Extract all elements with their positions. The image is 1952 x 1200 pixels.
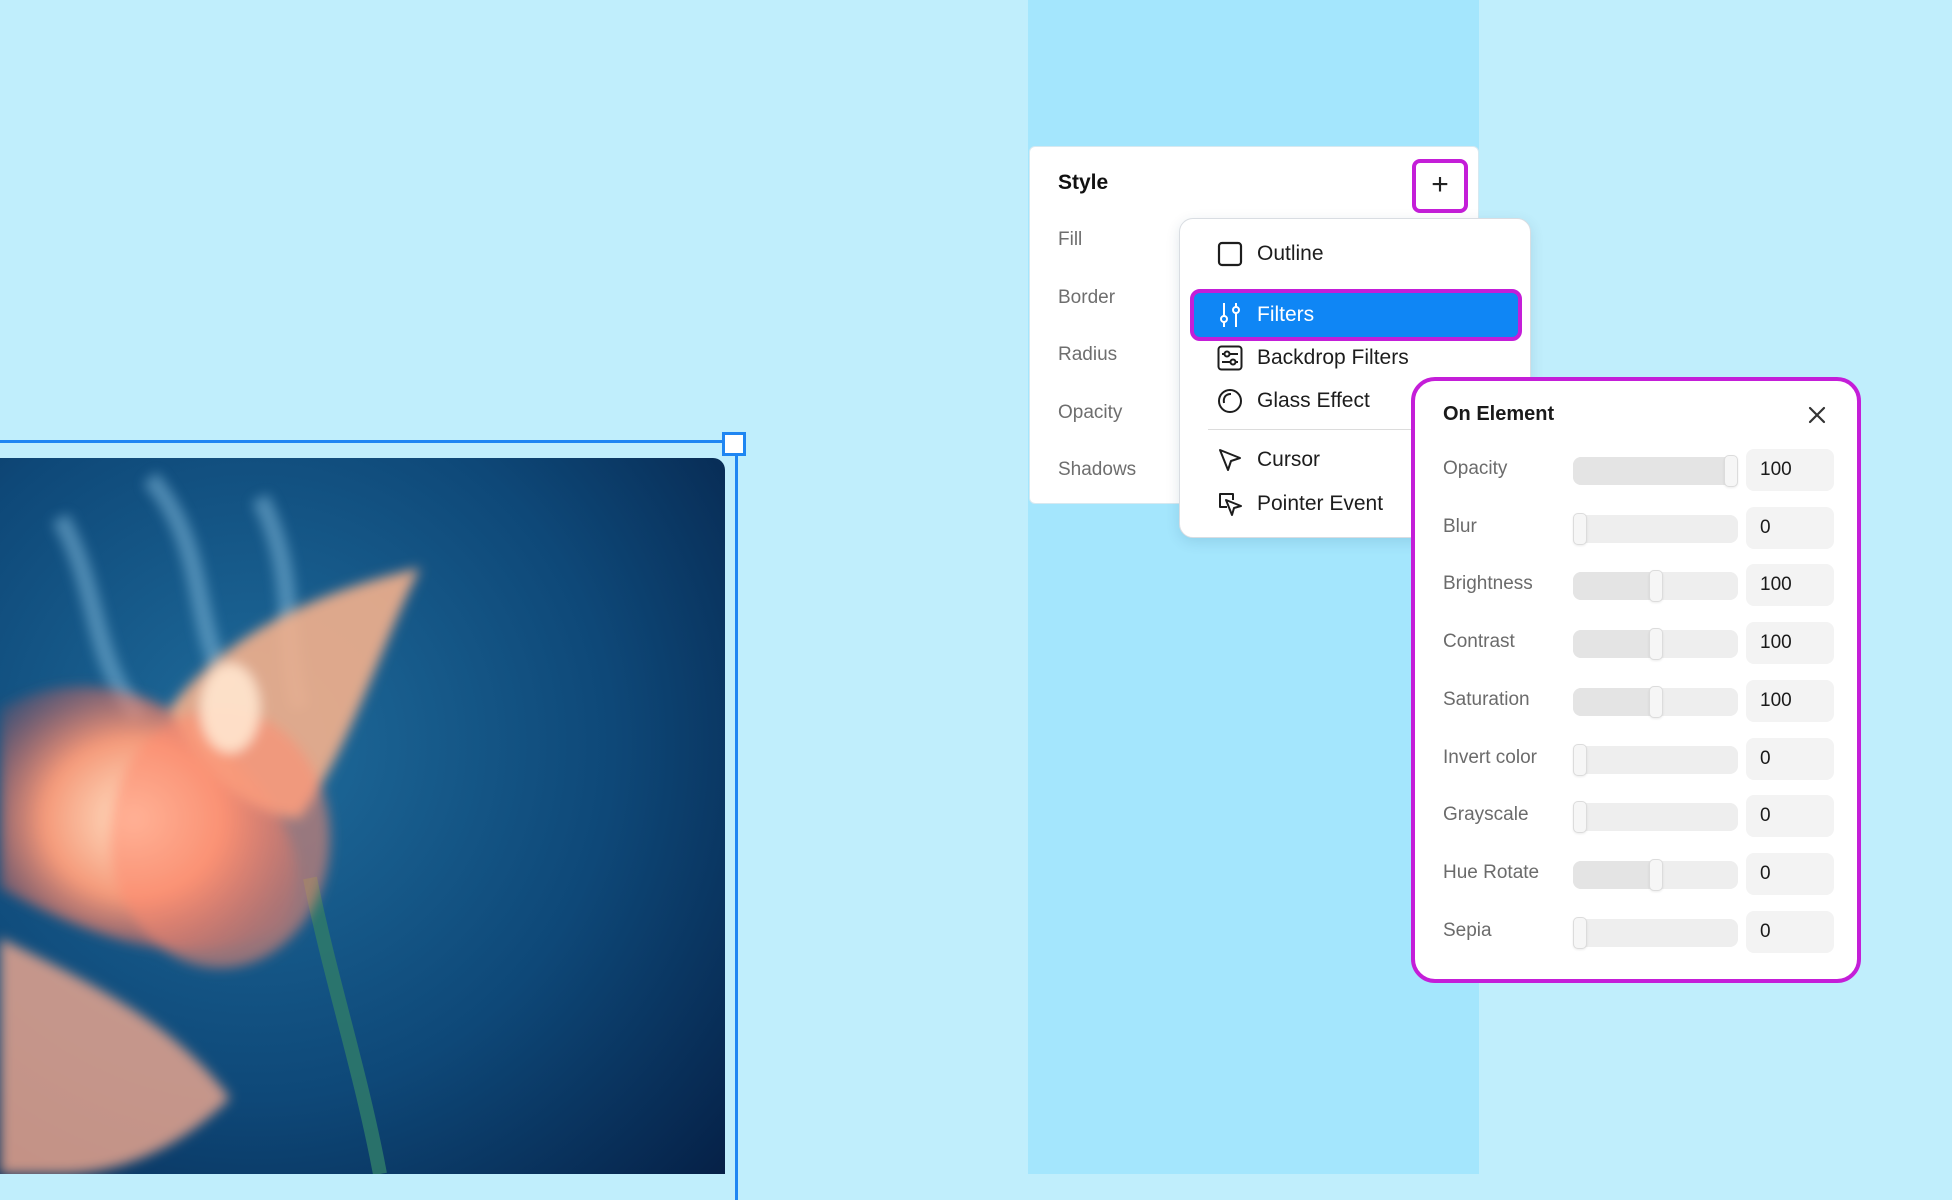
filter-label: Blur: [1443, 515, 1477, 537]
filter-row-brightness: Brightness 100: [1443, 564, 1843, 607]
slider-thumb[interactable]: [1648, 628, 1663, 661]
resize-handle[interactable]: [722, 432, 746, 456]
filter-label: Invert color: [1443, 746, 1537, 768]
opacity-value-input[interactable]: 100: [1746, 449, 1834, 491]
blur-slider[interactable]: [1573, 512, 1738, 545]
filter-label: Contrast: [1443, 631, 1515, 653]
menu-item-label: Pointer Event: [1257, 492, 1384, 515]
menu-item-label: Glass Effect: [1257, 389, 1370, 412]
grayscale-value-input[interactable]: 0: [1746, 795, 1834, 838]
filter-label: Brightness: [1443, 573, 1533, 595]
menu-item-filters[interactable]: Filters: [1190, 289, 1522, 341]
slider-fill: [1573, 457, 1731, 485]
close-icon: [1808, 406, 1826, 424]
backdrop-filters-icon: [1216, 344, 1244, 372]
filter-row-saturation: Saturation 100: [1443, 679, 1843, 722]
slider-thumb[interactable]: [1573, 801, 1587, 834]
outline-square-icon: [1216, 240, 1244, 268]
grayscale-slider[interactable]: [1573, 801, 1738, 834]
selection-frame: [0, 440, 738, 1200]
filter-label: Sepia: [1443, 919, 1492, 941]
contrast-value-input[interactable]: 100: [1746, 622, 1834, 665]
filter-label: Grayscale: [1443, 804, 1529, 826]
brightness-value-input[interactable]: 100: [1746, 564, 1834, 607]
menu-item-pointer-event[interactable]: Pointer Event: [1216, 484, 1383, 524]
style-row-shadows[interactable]: Shadows: [1058, 459, 1136, 481]
slider-thumb[interactable]: [1573, 916, 1587, 949]
menu-item-label: Outline: [1257, 242, 1324, 265]
opacity-slider[interactable]: [1573, 455, 1738, 487]
slider-thumb[interactable]: [1573, 512, 1587, 545]
menu-item-glass-effect[interactable]: Glass Effect: [1216, 381, 1370, 421]
saturation-slider[interactable]: [1573, 685, 1738, 718]
plus-icon: +: [1431, 168, 1449, 201]
menu-item-label: Filters: [1257, 303, 1315, 326]
slider-thumb[interactable]: [1648, 685, 1663, 718]
filter-panel-title: On Element: [1443, 403, 1555, 425]
slider-fill: [1573, 860, 1656, 889]
slider-fill: [1573, 572, 1656, 601]
filter-row-invert-color: Invert color 0: [1443, 737, 1843, 780]
filter-label: Hue Rotate: [1443, 861, 1540, 883]
filter-row-blur: Blur 0: [1443, 506, 1843, 549]
style-row-border[interactable]: Border: [1058, 287, 1115, 309]
slider-fill: [1573, 630, 1656, 659]
brightness-slider[interactable]: [1573, 570, 1738, 603]
filter-row-sepia: Sepia 0: [1443, 910, 1843, 953]
filter-row-opacity: Opacity 100: [1443, 449, 1843, 491]
cursor-arrow-icon: [1216, 446, 1244, 474]
hue-rotate-value-input[interactable]: 0: [1746, 852, 1834, 895]
filter-row-grayscale: Grayscale 0: [1443, 795, 1843, 838]
sepia-value-input[interactable]: 0: [1746, 910, 1834, 953]
invert-color-value-input[interactable]: 0: [1746, 737, 1834, 780]
filter-row-contrast: Contrast 100: [1443, 622, 1843, 665]
invert-color-slider[interactable]: [1573, 743, 1738, 776]
slider-thumb[interactable]: [1648, 858, 1663, 891]
hue-rotate-slider[interactable]: [1573, 858, 1738, 891]
slider-thumb[interactable]: [1573, 743, 1587, 776]
sepia-slider[interactable]: [1573, 916, 1738, 949]
filter-label: Saturation: [1443, 688, 1530, 710]
close-button[interactable]: [1804, 402, 1830, 428]
filter-row-hue-rotate: Hue Rotate 0: [1443, 852, 1843, 895]
glass-circle-icon: [1216, 387, 1244, 415]
menu-item-label: Backdrop Filters: [1257, 346, 1409, 369]
slider-thumb[interactable]: [1648, 570, 1663, 603]
slider-thumb[interactable]: [1724, 455, 1738, 487]
blur-value-input[interactable]: 0: [1746, 506, 1834, 549]
sliders-icon: [1216, 301, 1244, 329]
filter-label: Opacity: [1443, 458, 1508, 479]
add-style-button[interactable]: +: [1412, 159, 1468, 213]
menu-item-label: Cursor: [1257, 448, 1321, 471]
contrast-slider[interactable]: [1573, 628, 1738, 661]
style-row-radius[interactable]: Radius: [1058, 344, 1117, 366]
saturation-value-input[interactable]: 100: [1746, 679, 1834, 722]
menu-item-outline[interactable]: Outline: [1216, 234, 1324, 274]
menu-item-backdrop-filters[interactable]: Backdrop Filters: [1216, 338, 1409, 378]
style-row-opacity[interactable]: Opacity: [1058, 402, 1122, 424]
filter-panel: On Element Opacity 100 Blur 0 Brightness 100 C…: [1411, 377, 1861, 983]
style-row-fill[interactable]: Fill: [1058, 229, 1082, 251]
menu-item-cursor[interactable]: Cursor: [1216, 440, 1320, 480]
slider-fill: [1573, 687, 1656, 716]
style-panel-title: Style: [1058, 171, 1109, 194]
pointer-event-icon: [1216, 490, 1244, 518]
